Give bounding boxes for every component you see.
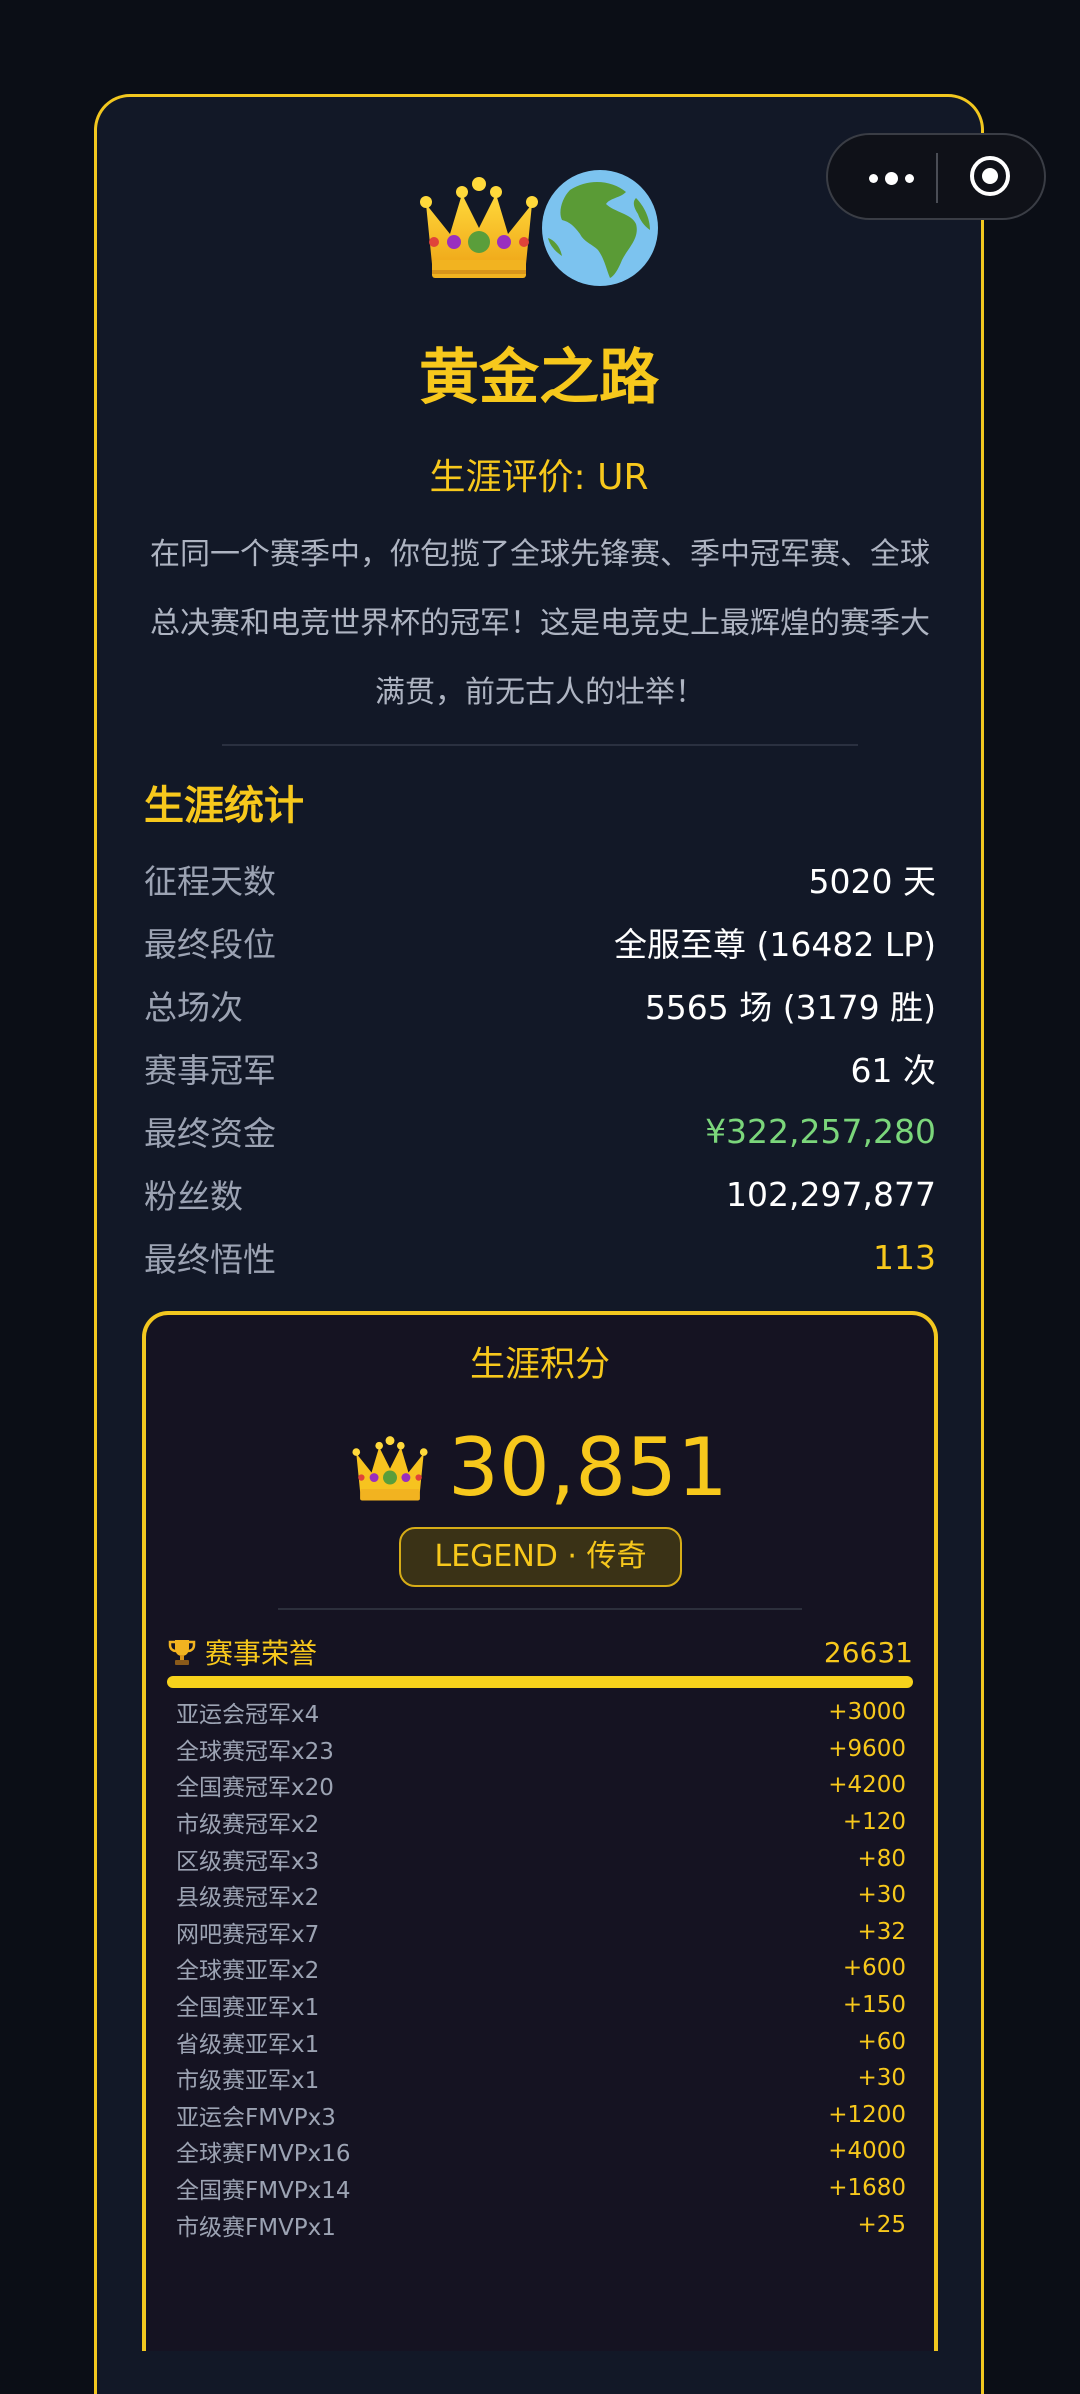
honor-points: +120 [842, 1809, 906, 1836]
honors-header: 赛事荣誉 26631 [167, 1630, 913, 1674]
honor-name: 市级赛亚军x1 [176, 2068, 320, 2095]
stat-row-rank: 最终段位 全服至尊 (16482 LP) [144, 916, 936, 968]
honors-total: 26631 [823, 1635, 913, 1669]
honor-points: +1680 [828, 2175, 906, 2202]
honor-points: +9600 [828, 1735, 906, 1762]
honor-name: 亚运会冠军x4 [176, 1702, 320, 1729]
stat-label: 征程天数 [144, 862, 276, 901]
crown-icon [352, 1436, 428, 1501]
list-item: 全国赛冠军x20 +4200 [176, 1767, 906, 1804]
honors-list: 亚运会冠军x4 +3000 全球赛冠军x23 +9600 全国赛冠军x20 +4200… [176, 1694, 906, 2243]
honors-label: 赛事荣誉 [205, 1637, 318, 1670]
honor-points: +30 [857, 2065, 906, 2092]
honor-points: +150 [842, 1992, 906, 2019]
trophy-icon [168, 1640, 196, 1665]
globe-africa-icon [542, 170, 658, 286]
list-item: 全国赛亚军x1 +150 [176, 1987, 906, 2024]
career-rating: 生涯评价: UR [429, 457, 649, 498]
stat-label: 总场次 [144, 988, 243, 1027]
honor-name: 县级赛冠军x2 [176, 1885, 320, 1912]
honor-name: 区级赛冠军x3 [176, 1848, 320, 1875]
honor-name: 省级赛亚军x1 [176, 2031, 320, 2058]
hero-icons [420, 166, 660, 288]
honor-name: 全球赛亚军x2 [176, 1958, 320, 1985]
stat-value: 5565 场 (3179 胜) [644, 988, 936, 1027]
stat-row-fans: 粉丝数 102,297,877 [144, 1168, 936, 1220]
capsule-divider [936, 153, 938, 203]
list-item: 全球赛冠军x23 +9600 [176, 1731, 906, 1768]
list-item: 省级赛亚军x1 +60 [176, 2023, 906, 2060]
list-item: 全球赛亚军x2 +600 [176, 1950, 906, 1987]
honor-points: +3000 [828, 1699, 906, 1726]
honor-points: +60 [857, 2028, 906, 2055]
honor-points: +80 [857, 1845, 906, 1872]
stat-value: ¥322,257,280 [705, 1111, 936, 1151]
stat-row-titles: 赛事冠军 61 次 [144, 1042, 936, 1094]
list-item: 市级赛冠军x2 +120 [176, 1804, 906, 1841]
stat-value: 113 [873, 1237, 936, 1277]
stat-label: 最终段位 [144, 925, 276, 964]
honor-name: 全国赛FMVPx14 [176, 2178, 351, 2205]
stat-value: 5020 天 [808, 862, 936, 901]
divider [222, 744, 858, 746]
honor-name: 亚运会FMVPx3 [176, 2104, 336, 2131]
list-item: 全国赛FMVPx14 +1680 [176, 2170, 906, 2207]
stat-row-insight: 最终悟性 113 [144, 1231, 936, 1283]
stat-row-funds: 最终资金 ¥322,257,280 [144, 1105, 936, 1157]
honor-name: 网吧赛冠军x7 [176, 1921, 320, 1948]
list-item: 县级赛冠军x2 +30 [176, 1877, 906, 1914]
mini-program-capsule [826, 133, 1046, 220]
page-title: 黄金之路 [419, 343, 659, 413]
honor-name: 市级赛冠军x2 [176, 1812, 320, 1839]
stat-value: 61 次 [850, 1051, 936, 1090]
honor-name: 全球赛FMVPx16 [176, 2141, 351, 2168]
stat-label: 最终资金 [144, 1114, 276, 1153]
list-item: 全球赛FMVPx16 +4000 [176, 2133, 906, 2170]
honor-points: +4000 [828, 2138, 906, 2165]
stat-value: 全服至尊 (16482 LP) [614, 925, 936, 964]
honor-name: 全国赛亚军x1 [176, 1995, 320, 2022]
stat-label: 粉丝数 [144, 1177, 243, 1216]
honor-name: 全国赛冠军x20 [176, 1775, 334, 1802]
career-description: 在同一个赛季中，你包揽了全球先锋赛、季中冠军赛、全球总决赛和电竞世界杯的冠军！这… [150, 537, 930, 710]
honors-progress-bar [167, 1676, 913, 1688]
list-item: 亚运会冠军x4 +3000 [176, 1694, 906, 1731]
list-item: 市级赛亚军x1 +30 [176, 2060, 906, 2097]
score-value: 30,851 [448, 1421, 728, 1514]
list-item: 亚运会FMVPx3 +1200 [176, 2097, 906, 2134]
stat-row-days: 征程天数 5020 天 [144, 853, 936, 905]
list-item: 市级赛FMVPx1 +25 [176, 2206, 906, 2243]
honor-points: +4200 [828, 1772, 906, 1799]
close-target-icon[interactable] [970, 156, 1010, 196]
honor-name: 全球赛冠军x23 [176, 1738, 334, 1765]
score-line: 30,851 [142, 1418, 938, 1518]
honor-points: +600 [842, 1955, 906, 1982]
divider [278, 1608, 802, 1610]
stat-label: 赛事冠军 [144, 1051, 276, 1090]
honor-points: +30 [857, 1882, 906, 1909]
legend-badge: LEGEND · 传奇 [399, 1527, 682, 1587]
stat-value: 102,297,877 [726, 1174, 936, 1214]
honor-points: +1200 [828, 2101, 906, 2128]
honor-name: 市级赛FMVPx1 [176, 2214, 336, 2241]
score-title: 生涯积分 [469, 1345, 610, 1385]
honor-points: +32 [857, 1918, 906, 1945]
stats-heading: 生涯统计 [144, 783, 304, 829]
list-item: 网吧赛冠军x7 +32 [176, 1914, 906, 1951]
honor-points: +25 [857, 2211, 906, 2238]
crown-icon [420, 177, 538, 278]
stat-label: 最终悟性 [144, 1240, 276, 1279]
stat-row-matches: 总场次 5565 场 (3179 胜) [144, 979, 936, 1031]
honors-title: 赛事荣誉 [167, 1632, 317, 1672]
list-item: 区级赛冠军x3 +80 [176, 1840, 906, 1877]
more-dots-icon[interactable] [856, 163, 926, 193]
